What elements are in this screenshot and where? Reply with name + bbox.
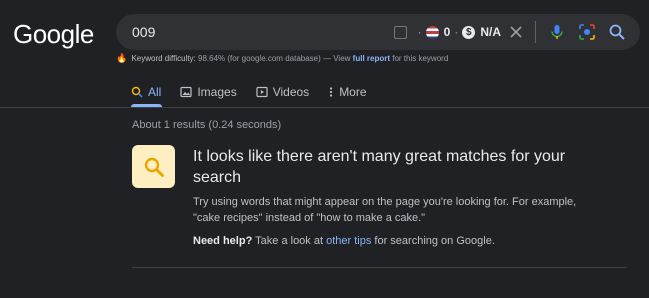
- keyword-difficulty-label: Keyword difficulty:: [131, 54, 196, 63]
- google-logo[interactable]: Google: [13, 19, 94, 50]
- keyword-suffix: for this keyword: [392, 54, 449, 63]
- tab-label: More: [339, 85, 367, 99]
- no-matches-search-icon: [132, 145, 175, 188]
- help-text: Take a look at: [255, 235, 324, 247]
- no-matches-heading: It looks like there aren't many great ma…: [193, 148, 566, 186]
- keyword-sep: — View: [323, 54, 351, 63]
- rank-metric: 0: [443, 25, 451, 39]
- tab-label: All: [148, 85, 162, 99]
- search-input[interactable]: 009: [132, 24, 155, 40]
- result-stats: About 1 results (0.24 seconds): [132, 119, 282, 131]
- search-tip-text: Try using words that might appear on the…: [193, 196, 577, 224]
- search-bar-tools: · 0 · $ N/A: [393, 14, 626, 50]
- keyword-database: (for google.com database): [227, 54, 321, 63]
- tab-more[interactable]: More: [328, 84, 367, 100]
- dollar-icon: $: [462, 25, 476, 39]
- microphone-icon[interactable]: [548, 23, 566, 41]
- value-metric: N/A: [480, 25, 501, 39]
- select-checkbox[interactable]: [393, 25, 407, 39]
- clear-icon[interactable]: [509, 25, 523, 39]
- tab-label: Videos: [272, 85, 310, 99]
- keyword-difficulty-line: 🔥 Keyword difficulty: 98.64% (for google…: [116, 53, 448, 64]
- help-text: for searching on Google.: [374, 235, 495, 247]
- search-tabs: All Images Videos More: [131, 84, 386, 100]
- image-icon: [180, 86, 192, 98]
- results-divider: [132, 267, 627, 268]
- help-line: Need help? Take a look at other tips for…: [193, 235, 495, 247]
- separator-dot: ·: [417, 25, 422, 39]
- fire-icon: 🔥: [116, 53, 128, 63]
- divider: [535, 21, 536, 43]
- separator-dot: ·: [454, 25, 459, 39]
- other-tips-link[interactable]: other tips: [326, 235, 371, 247]
- search-submit-icon[interactable]: [608, 23, 626, 41]
- tab-all[interactable]: All: [131, 84, 161, 100]
- tab-images[interactable]: Images: [180, 84, 237, 100]
- help-label: Need help?: [193, 235, 253, 247]
- camera-lens-icon[interactable]: [578, 23, 596, 41]
- us-flag-icon: [425, 25, 439, 39]
- tab-videos[interactable]: Videos: [256, 84, 309, 100]
- search-icon: [131, 86, 143, 98]
- play-icon: [256, 86, 268, 98]
- more-vert-icon: [328, 86, 334, 98]
- search-results-page: Google 009 · 0 · $ N/A 🔥 Keyword difficu…: [0, 0, 649, 298]
- search-bar[interactable]: 009 · 0 · $ N/A: [116, 14, 640, 50]
- tab-label: Images: [197, 85, 237, 99]
- keyword-difficulty-value: 98.64%: [198, 54, 226, 63]
- tabs-divider: [0, 107, 649, 108]
- full-report-link[interactable]: full report: [353, 54, 390, 63]
